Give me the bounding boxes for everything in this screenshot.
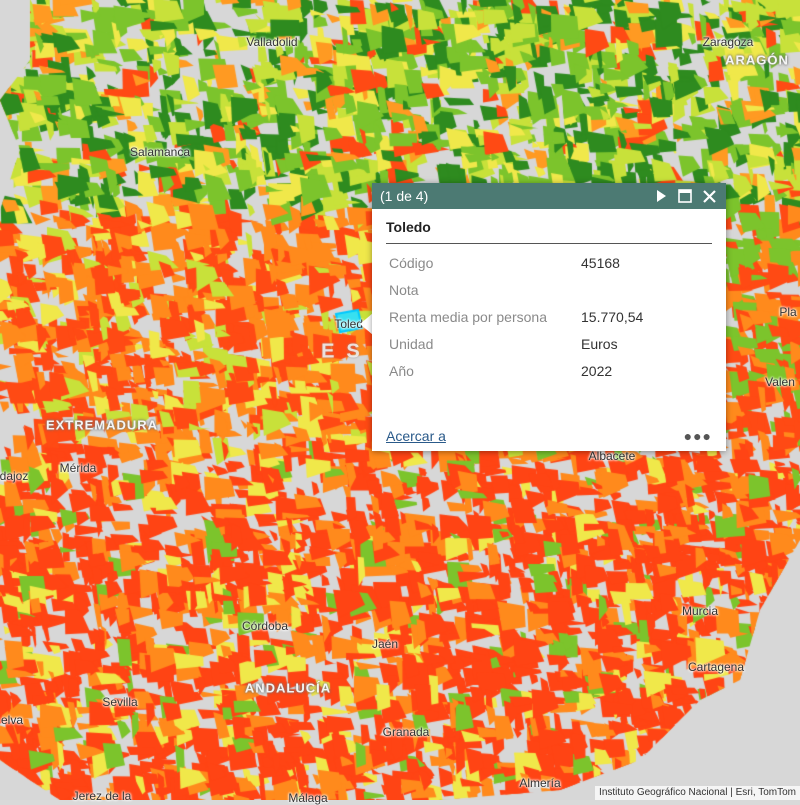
place-label: Albacete bbox=[588, 449, 636, 463]
attribute-row: Renta media por persona 15.770,54 bbox=[386, 305, 712, 332]
field-value bbox=[578, 278, 712, 305]
field-name: Código bbox=[389, 255, 434, 271]
more-icon[interactable]: ●●● bbox=[684, 428, 712, 444]
close-icon bbox=[702, 189, 716, 203]
place-label: Córdoba bbox=[241, 619, 289, 633]
field-name: Nota bbox=[389, 282, 419, 298]
field-name: Año bbox=[389, 363, 414, 379]
place-label: Jerez de la bbox=[72, 789, 132, 803]
region-label: ANDALUCÍA bbox=[244, 680, 332, 696]
place-label: Murcia bbox=[681, 604, 719, 618]
place-label: Jaén bbox=[371, 637, 399, 651]
place-label: dajoz bbox=[0, 469, 29, 483]
place-label: Salamanca bbox=[129, 145, 191, 159]
next-feature-button[interactable] bbox=[650, 185, 672, 207]
place-label: Mérida bbox=[59, 461, 97, 475]
next-icon bbox=[657, 190, 666, 202]
attribute-row: Nota bbox=[386, 278, 712, 305]
field-value: 45168 bbox=[581, 255, 620, 271]
popup-body: Toledo Código 45168 Nota Renta media por … bbox=[372, 209, 726, 386]
attribute-table: Código 45168 Nota Renta media por persona… bbox=[386, 251, 712, 386]
attribute-row: Código 45168 bbox=[386, 251, 712, 278]
popup-title: Toledo bbox=[386, 219, 712, 244]
place-label: Almería bbox=[519, 776, 561, 790]
attribute-row: Unidad Euros bbox=[386, 332, 712, 359]
maximize-button[interactable] bbox=[674, 185, 696, 207]
field-name: Unidad bbox=[389, 336, 434, 352]
field-name: Renta media por persona bbox=[389, 309, 547, 325]
attribute-row: Año 2022 bbox=[386, 359, 712, 386]
field-value: 15.770,54 bbox=[581, 309, 644, 325]
field-value: 2022 bbox=[581, 363, 613, 379]
place-label: Zaragoza bbox=[702, 35, 754, 49]
feature-popup: (1 de 4) Toledo Código 45168 Nota Renta m… bbox=[372, 183, 726, 451]
region-label: EXTREMADURA bbox=[45, 417, 159, 433]
place-label: elva bbox=[0, 713, 24, 727]
popup-header: (1 de 4) bbox=[372, 183, 726, 209]
place-label: Pla bbox=[779, 305, 797, 319]
popup-feature-count: (1 de 4) bbox=[380, 188, 429, 204]
place-label: Sevilla bbox=[102, 695, 138, 709]
region-label: ARAGÓN bbox=[725, 52, 789, 68]
map-attribution[interactable]: Instituto Geográfico Nacional | Esri, To… bbox=[595, 786, 800, 800]
place-label: Valen bbox=[765, 375, 795, 389]
popup-footer: Acercar a ●●● bbox=[386, 428, 712, 444]
place-label: Cartagena bbox=[687, 660, 745, 674]
close-button[interactable] bbox=[698, 185, 720, 207]
place-label: Granada bbox=[382, 725, 430, 739]
maximize-icon bbox=[678, 189, 692, 203]
place-label: Málaga bbox=[288, 791, 328, 805]
place-label: Valladolid bbox=[246, 35, 298, 49]
zoom-to-link[interactable]: Acercar a bbox=[386, 428, 446, 444]
field-value: Euros bbox=[581, 336, 618, 352]
